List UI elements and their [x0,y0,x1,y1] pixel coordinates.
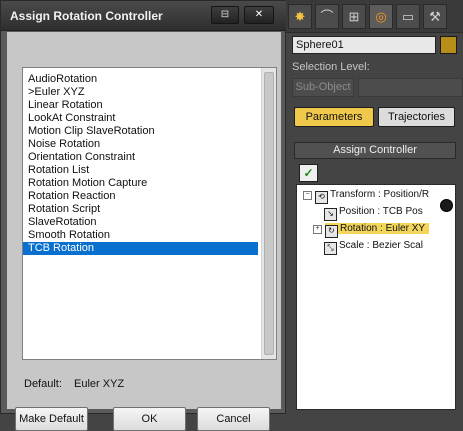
tree-node-label: Transform : Position/R [330,189,430,200]
motion-icon[interactable]: ◎ [369,4,393,29]
assign-controller-button[interactable]: ✓ [299,164,318,182]
command-panel-tabs: ✸ ⌒ ⊞ ◎ ▭ ⚒ [286,0,463,33]
command-panel: ✸ ⌒ ⊞ ◎ ▭ ⚒ Sphere01 Selection Level: Su… [286,0,463,414]
display-icon[interactable]: ▭ [396,4,420,29]
list-item[interactable]: Rotation Script [23,203,258,216]
dialog-title: Assign Rotation Controller [10,9,163,23]
dialog-client-area: AudioRotation >Euler XYZ Linear Rotation… [7,32,281,431]
tree-node-label: Scale : Bezier Scal [339,240,423,251]
list-item[interactable]: AudioRotation [23,73,258,86]
controller-tree[interactable]: − ⟲ Transform : Position/R ↘ Position : TCB… [296,184,456,410]
position-track-icon: ↘ [324,208,337,221]
assign-rotation-controller-dialog: Assign Rotation Controller ⊟ ✕ AudioRota… [0,0,287,431]
list-item[interactable]: >Euler XYZ [23,86,258,99]
close-icon[interactable]: ✕ [244,6,274,24]
list-item[interactable]: Linear Rotation [23,99,258,112]
sub-object-button[interactable]: Sub-Object [292,78,354,97]
hierarchy-icon[interactable]: ⊞ [342,4,366,29]
list-item[interactable]: Rotation List [23,164,258,177]
utilities-hammer-icon[interactable]: ⚒ [423,4,447,29]
scale-track-icon: ⤡ [324,242,337,255]
sub-object-dropdown[interactable] [358,78,463,97]
cancel-button[interactable]: Cancel [197,407,270,431]
tree-node-label: Position : TCB Pos [339,206,423,217]
sun-create-icon[interactable]: ✸ [288,4,312,29]
controller-list-items: AudioRotation >Euler XYZ Linear Rotation… [23,73,258,255]
list-item[interactable]: Motion Clip SlaveRotation [23,125,258,138]
list-scrollbar[interactable] [261,68,276,359]
object-name-field[interactable]: Sphere01 [292,36,436,54]
controller-list[interactable]: AudioRotation >Euler XYZ Linear Rotation… [22,67,277,360]
make-default-button[interactable]: Make Default [15,407,88,431]
default-value: Euler XYZ [74,378,125,390]
ok-button[interactable]: OK [113,407,186,431]
tree-node-position[interactable]: ↘ Position : TCB Pos [324,204,423,221]
list-item[interactable]: LookAt Constraint [23,112,258,125]
pin-icon[interactable]: ⊟ [211,6,239,24]
list-item[interactable]: Orientation Constraint [23,151,258,164]
dialog-titlebar[interactable]: Assign Rotation Controller ⊟ ✕ [1,1,287,31]
panel-scroll-knob[interactable] [440,199,453,212]
object-color-swatch[interactable] [440,36,457,54]
parameters-button[interactable]: Parameters [294,107,374,127]
list-item[interactable]: SlaveRotation [23,216,258,229]
expand-icon[interactable]: + [313,225,322,234]
tree-node-label: Rotation : Euler XY [340,223,426,234]
default-label: Default: [24,378,62,390]
rollout-title: Assign Controller [333,144,417,156]
trajectories-button[interactable]: Trajectories [378,107,455,127]
list-item[interactable]: Rotation Motion Capture [23,177,258,190]
assign-controller-rollout[interactable]: Assign Controller [294,142,456,159]
selection-level-label: Selection Level: [292,61,370,73]
tree-node-rotation[interactable]: + ↻ Rotation : Euler XY [313,221,430,238]
tree-node-scale[interactable]: ⤡ Scale : Bezier Scal [324,238,423,255]
scrollbar-thumb[interactable] [264,72,274,355]
list-item[interactable]: Smooth Rotation [23,229,258,242]
list-item[interactable]: Noise Rotation [23,138,258,151]
tree-node-transform[interactable]: − ⟲ Transform : Position/R [303,187,430,204]
list-item[interactable]: Rotation Reaction [23,190,258,203]
list-item-selected[interactable]: TCB Rotation [23,242,258,255]
transform-icon: ⟲ [315,191,328,204]
curve-modify-icon[interactable]: ⌒ [315,4,339,29]
collapse-icon[interactable]: − [303,191,312,200]
rotation-track-icon: ↻ [325,225,338,238]
